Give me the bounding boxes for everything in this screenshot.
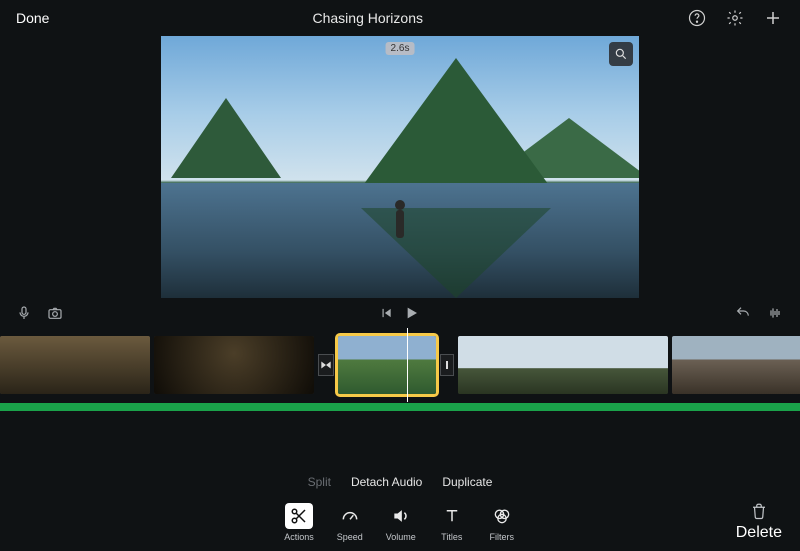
tool-label: Volume xyxy=(386,532,416,542)
detach-audio-action[interactable]: Detach Audio xyxy=(351,475,422,489)
tool-label: Titles xyxy=(441,532,462,542)
titles-tool[interactable]: Titles xyxy=(438,503,466,542)
text-icon xyxy=(438,503,466,529)
scissors-icon xyxy=(285,503,313,529)
playhead[interactable] xyxy=(407,328,408,402)
timeline-clip[interactable] xyxy=(0,336,150,394)
skip-back-icon[interactable] xyxy=(379,306,393,320)
tool-label: Speed xyxy=(337,532,363,542)
actions-tool[interactable]: Actions xyxy=(284,503,314,542)
tool-label: Actions xyxy=(284,532,314,542)
filters-tool[interactable]: Filters xyxy=(488,503,516,542)
transition-icon[interactable] xyxy=(440,354,454,376)
waveform-icon[interactable] xyxy=(766,305,784,321)
undo-icon[interactable] xyxy=(734,305,752,321)
timeline-clip[interactable] xyxy=(154,336,314,394)
timeline-clip[interactable] xyxy=(672,336,800,394)
tool-label: Filters xyxy=(490,532,515,542)
preview-viewport[interactable]: 2.6s xyxy=(161,36,639,298)
clip-duration-badge: 2.6s xyxy=(386,42,415,55)
settings-icon[interactable] xyxy=(724,7,746,29)
speaker-icon xyxy=(387,503,415,529)
zoom-icon[interactable] xyxy=(609,42,633,66)
timeline-clip[interactable] xyxy=(458,336,668,394)
camera-icon[interactable] xyxy=(46,305,64,321)
volume-tool[interactable]: Volume xyxy=(386,503,416,542)
add-icon[interactable] xyxy=(762,7,784,29)
done-button[interactable]: Done xyxy=(16,10,49,26)
trash-icon xyxy=(750,501,768,521)
project-title: Chasing Horizons xyxy=(312,10,423,26)
split-action[interactable]: Split xyxy=(308,475,331,489)
timeline-clip-selected[interactable] xyxy=(338,336,436,394)
speedometer-icon xyxy=(336,503,364,529)
speed-tool[interactable]: Speed xyxy=(336,503,364,542)
timeline[interactable] xyxy=(0,328,800,402)
filters-icon xyxy=(488,503,516,529)
duplicate-action[interactable]: Duplicate xyxy=(442,475,492,489)
audio-track[interactable] xyxy=(0,402,800,416)
delete-tool[interactable]: Delete xyxy=(736,501,782,542)
play-icon[interactable] xyxy=(403,305,419,321)
microphone-icon[interactable] xyxy=(16,305,32,321)
transition-icon[interactable] xyxy=(318,354,334,376)
help-icon[interactable] xyxy=(686,7,708,29)
tool-label: Delete xyxy=(736,524,782,542)
